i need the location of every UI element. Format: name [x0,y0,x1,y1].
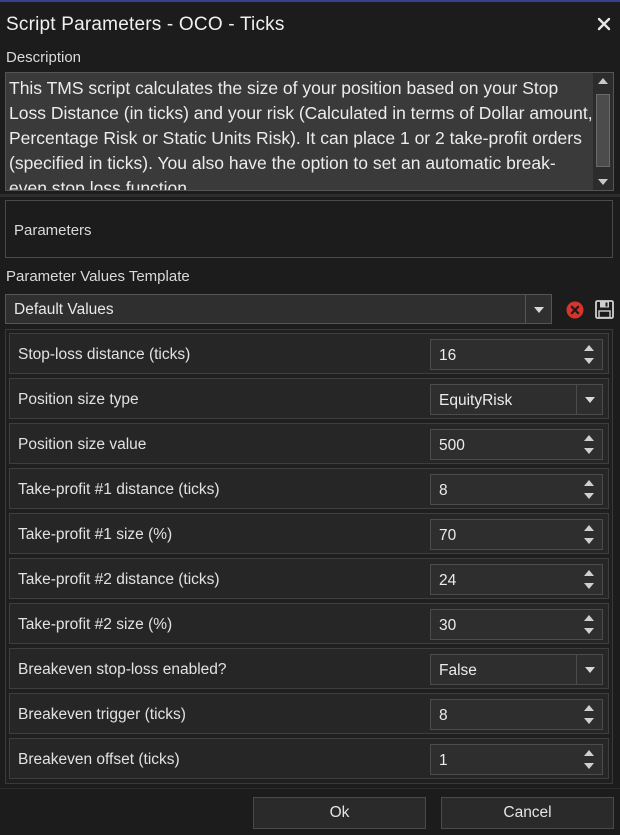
spin-down-icon[interactable] [584,763,594,769]
param-value[interactable]: 500 [439,437,465,455]
scroll-up-icon[interactable] [598,78,608,84]
spin-down-icon[interactable] [584,718,594,724]
param-label: Breakeven offset (ticks) [18,751,180,768]
template-selected-value: Default Values [14,301,114,318]
param-value[interactable]: 8 [439,482,448,500]
param-spinner-input[interactable]: 70 [430,519,603,550]
spin-up-icon[interactable] [584,525,594,531]
window-title: Script Parameters - OCO - Ticks [6,14,285,35]
param-label: Take-profit #2 size (%) [18,616,173,633]
spin-up-icon[interactable] [584,705,594,711]
spin-up-icon[interactable] [584,615,594,621]
parameters-panel: Parameters [5,200,613,258]
param-value[interactable]: 70 [439,527,456,545]
param-label: Take-profit #2 distance (ticks) [18,571,220,588]
spinner-buttons[interactable] [576,610,602,639]
param-label: Take-profit #1 distance (ticks) [18,481,220,498]
param-label: Stop-loss distance (ticks) [18,346,191,363]
param-select[interactable]: False [430,654,603,685]
spin-down-icon[interactable] [584,448,594,454]
param-value[interactable]: 30 [439,617,456,635]
spin-down-icon[interactable] [584,493,594,499]
param-spinner-input[interactable]: 500 [430,429,603,460]
description-text: This TMS script calculates the size of y… [9,78,593,191]
select-dropdown-button[interactable] [576,385,602,414]
delete-icon[interactable] [566,301,584,319]
close-icon[interactable] [594,14,614,34]
description-scrollbar[interactable] [593,73,613,190]
spin-up-icon[interactable] [584,570,594,576]
param-row: Position size type EquityRisk [9,378,609,419]
spinner-buttons[interactable] [576,475,602,504]
scroll-down-icon[interactable] [598,179,608,185]
param-row: Take-profit #1 size (%) 70 [9,513,609,554]
param-value: False [439,662,477,679]
param-spinner-input[interactable]: 8 [430,474,603,505]
param-row: Take-profit #2 distance (ticks) 24 [9,558,609,599]
ok-button[interactable]: Ok [253,797,426,829]
param-row: Breakeven stop-loss enabled? False [9,648,609,689]
param-row: Position size value 500 [9,423,609,464]
dialog-footer: Ok Cancel [0,788,620,835]
param-spinner-input[interactable]: 8 [430,699,603,730]
spinner-buttons[interactable] [576,520,602,549]
chevron-down-icon [585,667,595,673]
spin-up-icon[interactable] [584,435,594,441]
param-label: Take-profit #1 size (%) [18,526,173,543]
param-label: Breakeven trigger (ticks) [18,706,186,723]
parameters-label: Parameters [14,222,92,239]
scroll-thumb[interactable] [596,94,610,167]
spinner-buttons[interactable] [576,745,602,774]
spinner-buttons[interactable] [576,340,602,369]
chevron-down-icon [534,307,544,313]
param-label: Breakeven stop-loss enabled? [18,661,227,678]
select-dropdown-button[interactable] [576,655,602,684]
section-divider[interactable] [0,194,620,197]
param-value[interactable]: 24 [439,572,456,590]
spin-up-icon[interactable] [584,480,594,486]
spin-up-icon[interactable] [584,750,594,756]
chevron-down-icon [585,397,595,403]
param-spinner-input[interactable]: 24 [430,564,603,595]
spin-down-icon[interactable] [584,583,594,589]
param-value[interactable]: 16 [439,347,456,365]
description-textbox[interactable]: This TMS script calculates the size of y… [5,72,614,191]
param-spinner-input[interactable]: 30 [430,609,603,640]
spin-down-icon[interactable] [584,538,594,544]
spin-down-icon[interactable] [584,628,594,634]
save-icon[interactable] [595,300,614,319]
param-select[interactable]: EquityRisk [430,384,603,415]
cancel-button[interactable]: Cancel [441,797,614,829]
param-label: Position size value [18,436,147,453]
spin-down-icon[interactable] [584,358,594,364]
template-dropdown-button[interactable] [525,295,551,323]
param-row: Breakeven trigger (ticks) 8 [9,693,609,734]
param-value[interactable]: 8 [439,707,448,725]
param-row: Stop-loss distance (ticks) 16 [9,333,609,374]
param-row: Breakeven offset (ticks) 1 [9,738,609,779]
param-value: EquityRisk [439,392,513,409]
param-label: Position size type [18,391,139,408]
param-spinner-input[interactable]: 1 [430,744,603,775]
param-value[interactable]: 1 [439,752,448,770]
spinner-buttons[interactable] [576,565,602,594]
description-label: Description [6,49,82,66]
param-spinner-input[interactable]: 16 [430,339,603,370]
template-label: Parameter Values Template [6,268,190,285]
script-parameters-dialog: Script Parameters - OCO - Ticks Descript… [0,0,620,835]
param-row: Take-profit #2 size (%) 30 [9,603,609,644]
param-row: Take-profit #1 distance (ticks) 8 [9,468,609,509]
template-dropdown[interactable]: Default Values [5,294,552,324]
parameters-grid: Stop-loss distance (ticks) 16 Position s… [5,329,613,784]
title-bar: Script Parameters - OCO - Ticks [0,4,620,42]
spin-up-icon[interactable] [584,345,594,351]
spinner-buttons[interactable] [576,700,602,729]
spinner-buttons[interactable] [576,430,602,459]
